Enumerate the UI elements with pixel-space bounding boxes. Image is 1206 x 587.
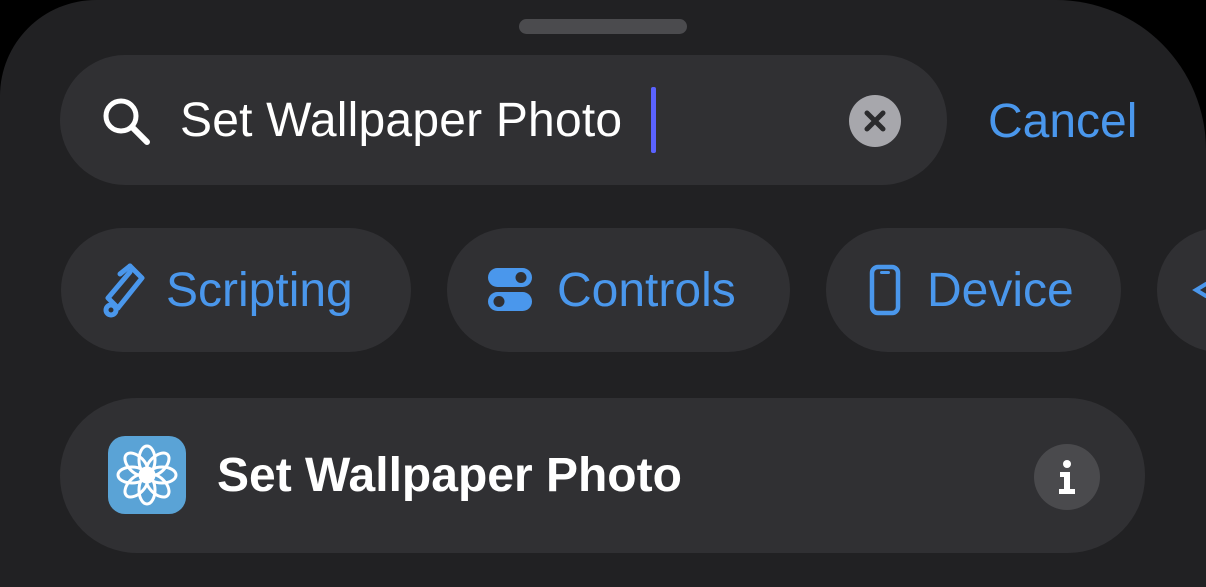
info-button[interactable] xyxy=(1034,444,1100,510)
clear-search-button[interactable] xyxy=(849,95,901,147)
category-label-device: Device xyxy=(927,264,1074,317)
action-search-sheet: Set Wallpaper Photo Cancel Scripting Con… xyxy=(0,0,1206,587)
category-label-scripting: Scripting xyxy=(166,264,353,317)
search-input[interactable]: Set Wallpaper Photo xyxy=(180,90,622,152)
text-caret xyxy=(651,87,656,153)
device-icon xyxy=(869,264,901,316)
info-icon xyxy=(1059,460,1075,494)
sheet-grabber[interactable] xyxy=(519,19,687,34)
scripting-icon xyxy=(103,263,145,318)
photos-flower-icon xyxy=(108,436,186,514)
partial-category-icon xyxy=(1192,282,1206,298)
clear-icon xyxy=(864,110,886,132)
result-title: Set Wallpaper Photo xyxy=(217,449,682,502)
controls-icon xyxy=(488,268,532,311)
search-icon xyxy=(103,98,150,145)
category-label-controls: Controls xyxy=(557,264,736,317)
cancel-button[interactable]: Cancel xyxy=(988,92,1137,152)
